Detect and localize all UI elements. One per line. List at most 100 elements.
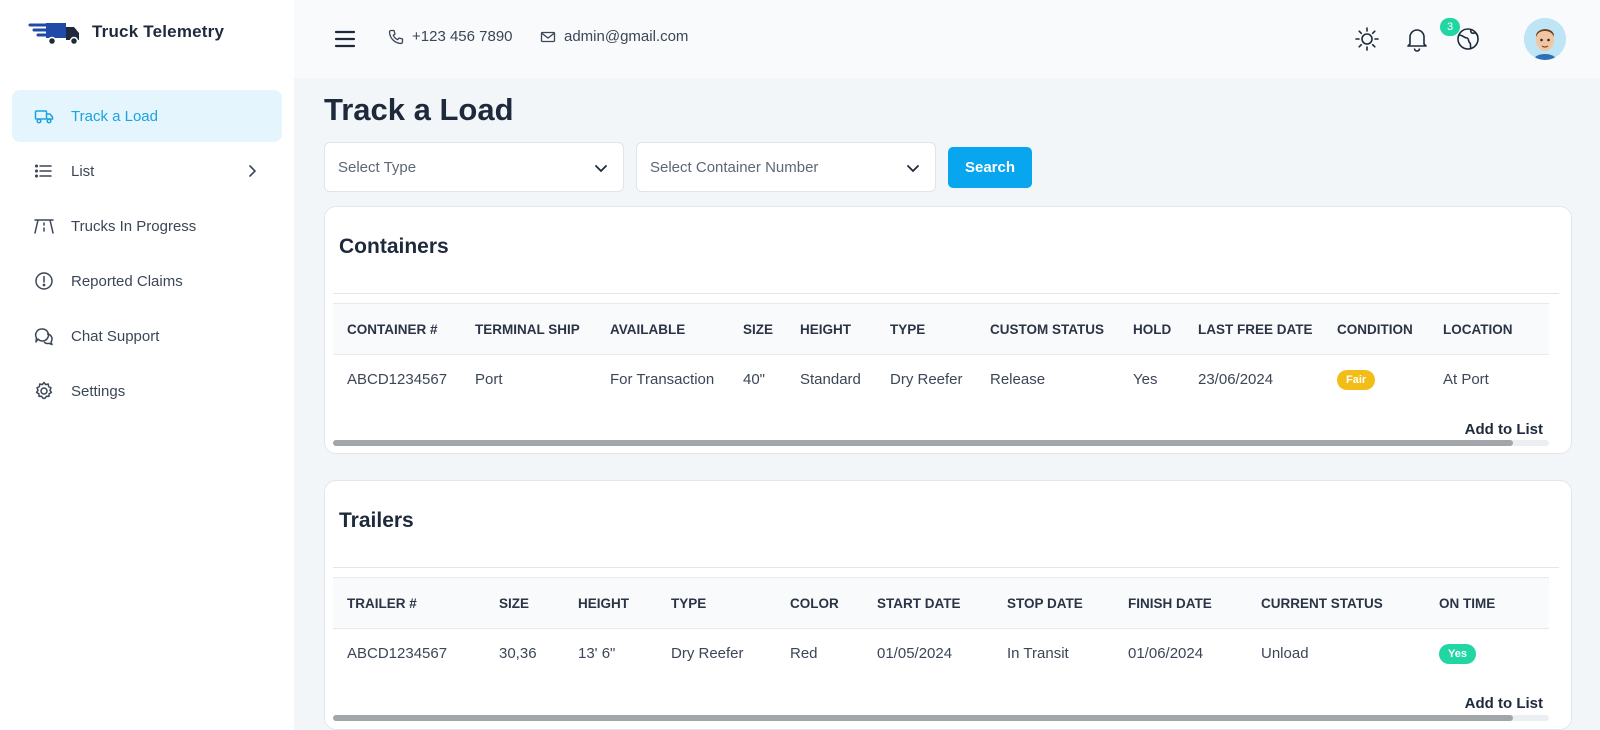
menu-icon[interactable]	[334, 29, 356, 49]
column-header[interactable]: LAST FREE DATE	[1198, 322, 1313, 337]
table-cell: At Port	[1443, 371, 1489, 388]
table-cell: 01/05/2024	[877, 645, 953, 662]
chevron-down-icon	[595, 165, 607, 173]
column-header[interactable]: START DATE	[877, 596, 961, 611]
table-cell: 23/06/2024	[1198, 371, 1274, 388]
column-header[interactable]: AVAILABLE	[610, 322, 685, 337]
sidebar-nav: Track a Load List Trucks In Progress Rep…	[12, 90, 282, 420]
list-icon	[34, 161, 54, 181]
chevron-right-icon	[249, 165, 257, 177]
bell-icon[interactable]	[1404, 26, 1430, 52]
sidebar: Truck Telemetry Track a Load List Trucks…	[0, 0, 294, 730]
table-cell: Dry Reefer	[890, 371, 963, 388]
column-header[interactable]: TRAILER #	[347, 596, 417, 611]
sidebar-item-settings[interactable]: Settings	[12, 365, 282, 417]
table-cell: ABCD1234567	[347, 371, 448, 388]
column-header[interactable]: TYPE	[890, 322, 925, 337]
divider	[333, 567, 1559, 568]
table-row[interactable]: ABCD1234567 Port For Transaction 40" Sta…	[333, 355, 1549, 405]
add-to-list-button[interactable]: Add to List	[1465, 695, 1543, 712]
phone-contact[interactable]: +123 456 7890	[388, 28, 513, 45]
scrollbar-thumb[interactable]	[333, 440, 1513, 446]
column-header[interactable]: TYPE	[671, 596, 706, 611]
table-cell: 40"	[743, 371, 766, 388]
sidebar-item-label: Reported Claims	[71, 272, 183, 290]
gear-icon	[34, 381, 54, 401]
chevron-down-icon	[907, 165, 919, 173]
chat-icon	[34, 326, 54, 346]
horizontal-scrollbar[interactable]	[333, 440, 1549, 446]
sidebar-item-trucks-in-progress[interactable]: Trucks In Progress	[12, 200, 282, 252]
sidebar-item-label: Settings	[71, 382, 126, 400]
table-cell: Red	[790, 645, 818, 662]
sidebar-item-reported-claims[interactable]: Reported Claims	[12, 255, 282, 307]
sidebar-item-list[interactable]: List	[12, 145, 282, 197]
sidebar-item-label: Chat Support	[71, 327, 160, 345]
truck-icon	[34, 106, 54, 126]
column-header[interactable]: CONTAINER #	[347, 322, 438, 337]
table-cell: In Transit	[1007, 645, 1069, 662]
select-container-number-dropdown[interactable]: Select Container Number	[636, 142, 936, 192]
divider	[333, 293, 1559, 294]
horizontal-scrollbar[interactable]	[333, 715, 1549, 721]
sidebar-item-label: Track a Load	[71, 107, 158, 125]
table-cell: Dry Reefer	[671, 645, 744, 662]
table-row[interactable]: ABCD1234567 30,36 13' 6" Dry Reefer Red …	[333, 629, 1549, 679]
phone-icon	[388, 29, 404, 44]
sidebar-item-label: Trucks In Progress	[71, 217, 197, 235]
containers-table: CONTAINER # TERMINAL SHIP AVAILABLE SIZE…	[333, 303, 1549, 405]
sun-icon[interactable]	[1354, 26, 1380, 52]
column-header[interactable]: HEIGHT	[800, 322, 851, 337]
column-header[interactable]: SIZE	[743, 322, 773, 337]
column-header[interactable]: CURRENT STATUS	[1261, 596, 1383, 611]
table-header: CONTAINER # TERMINAL SHIP AVAILABLE SIZE…	[333, 303, 1549, 355]
column-header[interactable]: CUSTOM STATUS	[990, 322, 1104, 337]
phone-number: +123 456 7890	[412, 28, 513, 45]
column-header[interactable]: STOP DATE	[1007, 596, 1083, 611]
page-title: Track a Load	[324, 92, 514, 127]
column-header[interactable]: TERMINAL SHIP	[475, 322, 580, 337]
avatar[interactable]	[1524, 18, 1566, 60]
road-icon	[34, 216, 54, 236]
table-cell: Unload	[1261, 645, 1309, 662]
column-header[interactable]: CONDITION	[1337, 322, 1413, 337]
containers-card: Containers CONTAINER # TERMINAL SHIP AVA…	[324, 206, 1572, 454]
column-header[interactable]: LOCATION	[1443, 322, 1513, 337]
table-cell: Standard	[800, 371, 861, 388]
column-header[interactable]: FINISH DATE	[1128, 596, 1212, 611]
column-header[interactable]: HOLD	[1133, 322, 1171, 337]
trailers-title: Trailers	[339, 509, 414, 532]
condition-badge: Fair	[1337, 370, 1376, 390]
sidebar-item-chat-support[interactable]: Chat Support	[12, 310, 282, 362]
avatar-face-icon	[1524, 18, 1566, 60]
column-header[interactable]: SIZE	[499, 596, 529, 611]
trailers-table: TRAILER # SIZE HEIGHT TYPE COLOR START D…	[333, 577, 1549, 679]
alert-circle-icon	[34, 271, 54, 291]
column-header[interactable]: HEIGHT	[578, 596, 629, 611]
table-cell: ABCD1234567	[347, 645, 448, 662]
table-cell: Yes	[1133, 371, 1158, 388]
table-cell: Port	[475, 371, 503, 388]
email-contact[interactable]: admin@gmail.com	[540, 28, 688, 45]
table-cell: 13' 6"	[578, 645, 616, 662]
sidebar-item-label: List	[71, 162, 95, 180]
brand-name: Truck Telemetry	[92, 22, 225, 41]
search-button[interactable]: Search	[948, 147, 1032, 188]
column-header[interactable]: ON TIME	[1439, 596, 1495, 611]
add-to-list-button[interactable]: Add to List	[1465, 421, 1543, 438]
table-cell: For Transaction	[610, 371, 715, 388]
globe-icon[interactable]	[1455, 26, 1481, 52]
email-address: admin@gmail.com	[564, 28, 689, 45]
sidebar-item-track-a-load[interactable]: Track a Load	[12, 90, 282, 142]
select-type-placeholder: Select Type	[338, 158, 417, 176]
select-type-dropdown[interactable]: Select Type	[324, 142, 624, 192]
truck-logo-icon	[28, 23, 79, 46]
scrollbar-thumb[interactable]	[333, 715, 1513, 721]
mail-icon	[540, 31, 556, 42]
column-header[interactable]: COLOR	[790, 596, 839, 611]
trailers-card: Trailers TRAILER # SIZE HEIGHT TYPE COLO…	[324, 480, 1572, 730]
select-container-placeholder: Select Container Number	[650, 158, 819, 176]
brand[interactable]: Truck Telemetry	[28, 18, 224, 46]
table-cell: Release	[990, 371, 1046, 388]
top-header: +123 456 7890 admin@gmail.com 3	[294, 0, 1600, 78]
